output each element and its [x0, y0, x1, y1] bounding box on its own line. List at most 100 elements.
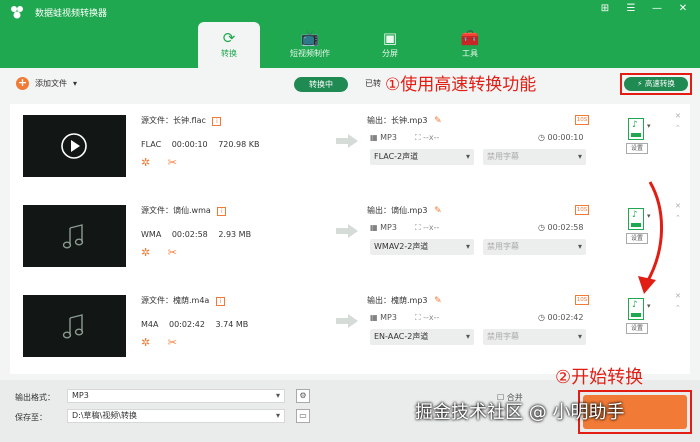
subtitle-select[interactable]: 禁用字幕: [483, 239, 586, 255]
output-info: ▦ MP3 ⛶ --x--: [370, 313, 439, 323]
fast-convert-label: 高速转换: [644, 79, 675, 88]
add-file-button[interactable]: + 添加文件 ▾: [16, 77, 77, 90]
source-size: 2.93 MB: [218, 230, 252, 239]
mp3-format-icon[interactable]: [628, 118, 644, 140]
close-icon[interactable]: ✕: [675, 200, 681, 212]
output-label: 输出：谪仙.mp3: [367, 206, 428, 215]
output-format-select[interactable]: MP3: [67, 389, 285, 403]
fast-convert-highlight: ⚡ 高速转换: [620, 73, 692, 95]
fast-convert-button[interactable]: ⚡ 高速转换: [624, 77, 688, 91]
source-size: 720.98 KB: [218, 140, 260, 149]
close-icon[interactable]: ✕: [676, 3, 690, 14]
source-size: 3.74 MB: [215, 320, 249, 329]
output-filename: 输出：谪仙.mp3 ✎: [367, 205, 442, 216]
effects-icon[interactable]: ✲: [141, 156, 150, 169]
output-filename: 输出：槐荫.mp3 ✎: [367, 295, 442, 306]
chevron-up-icon[interactable]: ⌃: [675, 212, 681, 224]
source-filename: 源文件：长钟.flac i: [141, 115, 222, 126]
save-path-select[interactable]: D:\草稿\视频\转换: [67, 409, 285, 423]
menu-icon[interactable]: ☰: [624, 3, 638, 14]
lightning-icon: ⚡: [637, 79, 643, 88]
row-side-controls: ✕ ⌃: [675, 110, 681, 134]
tab-convert[interactable]: ⟳ 转换: [198, 22, 260, 68]
audio-track-select[interactable]: FLAC-2声道: [370, 149, 474, 165]
source-tools: ✲ ✂: [141, 246, 191, 259]
source-duration: 00:02:58: [171, 230, 208, 239]
output-duration: ◷ 00:02:42: [538, 313, 584, 322]
file-row: 源文件：槐荫.m4a i M4A 00:02:42 3.74 MB ✲ ✂ 输出…: [10, 284, 690, 374]
subtitle-select[interactable]: 禁用字幕: [483, 329, 586, 345]
tab-label: 转换: [221, 49, 237, 58]
tab-split-screen[interactable]: ▣ 分屏: [350, 22, 430, 68]
effects-icon[interactable]: ✲: [141, 336, 150, 349]
tab-short-video[interactable]: 📺 短视频制作: [270, 22, 350, 68]
convert-icon: ⟳: [222, 29, 236, 47]
audio-track-select[interactable]: WMAV2-2声道: [370, 239, 474, 255]
format-settings-icon[interactable]: ⚙: [296, 389, 310, 403]
annotation-arrow-icon: [638, 181, 664, 294]
settings-button[interactable]: 设置: [626, 143, 648, 154]
source-label: 源文件：长钟.flac: [141, 116, 206, 125]
thumbnail[interactable]: [23, 115, 126, 177]
output-format: ▦ MP3: [370, 313, 397, 322]
tab-converted[interactable]: 已转: [365, 78, 381, 89]
cut-icon[interactable]: ✂: [168, 336, 177, 349]
output-info: ▦ MP3 ⛶ --x--: [370, 133, 439, 143]
source-tools: ✲ ✂: [141, 156, 191, 169]
add-file-label: 添加文件: [35, 79, 67, 88]
annotation-step2: ②开始转换: [555, 367, 644, 388]
output-filename: 输出：长钟.mp3 ✎: [367, 115, 442, 126]
chevron-up-icon[interactable]: ⌃: [675, 302, 681, 314]
play-icon[interactable]: [60, 132, 88, 160]
row-side-controls: ✕ ⌃: [675, 290, 681, 314]
close-icon[interactable]: ✕: [675, 290, 681, 302]
title-bar: 数据蛙视频转换器 ⊞ ☰ — ✕ ⟳ 转换 📺 短视频制作 ▣ 分屏 🧰 工具: [0, 0, 700, 68]
info-icon[interactable]: i: [217, 207, 227, 216]
chevron-down-icon[interactable]: ▾: [647, 302, 651, 310]
source-filename: 源文件：槐荫.m4a i: [141, 295, 225, 306]
output-resolution: ⛶ --x--: [414, 133, 440, 142]
edit-icon[interactable]: ✎: [434, 206, 442, 216]
source-format: FLAC: [141, 140, 162, 149]
annotation-step1: ①使用高速转换功能: [385, 75, 537, 95]
effects-icon[interactable]: ✲: [141, 246, 150, 259]
edit-icon[interactable]: ✎: [434, 296, 442, 306]
toolbar: + 添加文件 ▾ 转换中 已转 ①使用高速转换功能 ⚡ 高速转换: [10, 72, 694, 96]
tab-label: 工具: [462, 49, 478, 58]
subtitle-select[interactable]: 禁用字幕: [483, 149, 586, 165]
source-duration: 00:00:10: [171, 140, 208, 149]
source-format: M4A: [141, 320, 159, 329]
mp3-format-icon[interactable]: [628, 298, 644, 320]
tab-converting[interactable]: 转换中: [294, 77, 348, 92]
minimize-icon[interactable]: —: [650, 3, 664, 14]
audio-track-select[interactable]: EN-AAC-2声道: [370, 329, 474, 345]
output-label: 输出：槐荫.mp3: [367, 296, 428, 305]
folder-icon[interactable]: ▭: [296, 409, 310, 423]
split-screen-icon: ▣: [382, 29, 398, 47]
thumbnail[interactable]: [23, 295, 126, 357]
codec-badge-icon: 10S: [575, 205, 589, 215]
source-meta: WMA 00:02:58 2.93 MB: [141, 230, 259, 239]
chevron-down-icon[interactable]: ▾: [647, 122, 651, 130]
watermark: 掘金技术社区 @ 小明助手: [415, 402, 625, 423]
output-duration: ◷ 00:00:10: [538, 133, 584, 142]
output-info: ▦ MP3 ⛶ --x--: [370, 223, 439, 233]
cut-icon[interactable]: ✂: [168, 246, 177, 259]
info-icon[interactable]: i: [215, 297, 225, 306]
output-format: ▦ MP3: [370, 133, 397, 142]
chevron-up-icon[interactable]: ⌃: [675, 122, 681, 134]
settings-button[interactable]: 设置: [626, 323, 648, 334]
output-duration: ◷ 00:02:58: [538, 223, 584, 232]
source-label: 源文件：槐荫.m4a: [141, 296, 210, 305]
chevron-down-icon[interactable]: ▾: [73, 79, 77, 88]
tab-label: 分屏: [382, 49, 398, 58]
tab-tools[interactable]: 🧰 工具: [430, 22, 510, 68]
edit-icon[interactable]: ✎: [434, 116, 442, 126]
source-tools: ✲ ✂: [141, 336, 191, 349]
main-nav: ⟳ 转换 📺 短视频制作 ▣ 分屏 🧰 工具: [198, 22, 510, 68]
close-icon[interactable]: ✕: [675, 110, 681, 122]
feedback-icon[interactable]: ⊞: [598, 3, 612, 14]
cut-icon[interactable]: ✂: [168, 156, 177, 169]
thumbnail[interactable]: [23, 205, 126, 267]
info-icon[interactable]: i: [212, 117, 222, 126]
